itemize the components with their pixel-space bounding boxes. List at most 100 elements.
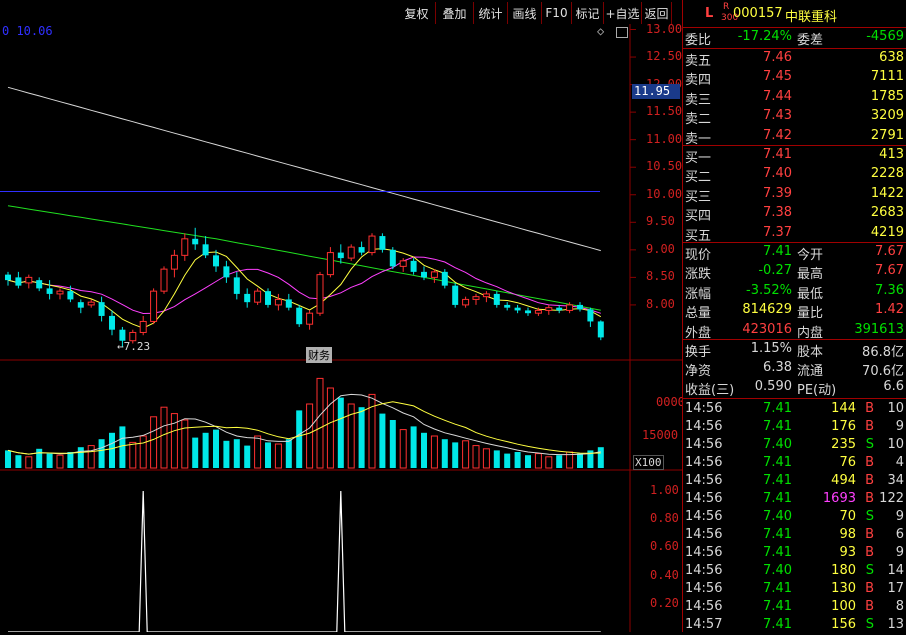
tick-count: 10 (887, 401, 904, 416)
tick-row[interactable]: 14:56 7.41 100 B 8 (685, 599, 904, 617)
candle-body (556, 307, 563, 311)
stock-name: 中联重科 (785, 10, 838, 25)
toolbar-button-5[interactable]: 标记 (572, 2, 604, 24)
volume-ma5-line (7, 393, 601, 456)
stat-label: 外盘 (685, 325, 712, 341)
asks-row: 卖一 7.42 2791 (685, 128, 904, 147)
price-tick-label: 8.00 (646, 296, 675, 311)
tick-volume: 76 (839, 455, 856, 470)
kline-chart-svg[interactable] (0, 0, 682, 632)
volume-tick-label: 0000 (656, 395, 682, 409)
stock-flag: L (705, 6, 714, 21)
tick-row[interactable]: 14:56 7.40 235 S 10 (685, 437, 904, 455)
volume-ma10-line (7, 401, 601, 455)
bids-row: 买三 7.39 1422 (685, 186, 904, 205)
volume-bar (5, 450, 11, 468)
stat-label: 量比 (797, 306, 824, 322)
tick-row[interactable]: 14:56 7.40 180 S 14 (685, 563, 904, 581)
tick-volume: 70 (839, 509, 856, 524)
stat-value: -3.52% (746, 282, 792, 298)
volume-bar (233, 439, 240, 468)
tick-price: 7.40 (763, 437, 792, 452)
tick-volume: 100 (831, 599, 856, 614)
volume-bar (379, 413, 386, 468)
tick-row[interactable]: 14:56 7.41 98 B 6 (685, 527, 904, 545)
tick-row[interactable]: 14:56 7.41 176 B 9 (685, 419, 904, 437)
toolbar-button-1[interactable]: 叠加 (436, 2, 474, 24)
candle-body (337, 252, 344, 259)
tick-row[interactable]: 14:56 7.41 130 B 17 (685, 581, 904, 599)
toolbar-button-3[interactable]: 画线 (508, 2, 542, 24)
toolbar-button-4[interactable]: F10 (542, 2, 572, 24)
fin-label: PE(动) (797, 383, 837, 398)
tick-count: 122 (879, 491, 904, 506)
volume-bar (472, 445, 480, 469)
tick-side: B (865, 455, 874, 470)
volume-bar (36, 448, 43, 468)
low-price-marker: ←7.23 (117, 340, 151, 353)
tick-side: S (865, 437, 874, 452)
tick-row[interactable]: 14:56 7.41 144 B 10 (685, 401, 904, 419)
stat-value: 391613 (854, 321, 904, 337)
stat-label: 总量 (685, 306, 712, 322)
candle-body (56, 290, 64, 295)
tick-volume: 98 (839, 527, 856, 542)
stat-value: 423016 (742, 321, 792, 337)
tick-row[interactable]: 14:56 7.41 1693 B 122 (685, 491, 904, 509)
indicator-line (8, 490, 601, 632)
panel-menu-icon[interactable] (616, 27, 628, 38)
volume-bar (98, 439, 105, 468)
tick-price: 7.41 (763, 491, 792, 506)
ma-readout: 0 10.06 (2, 24, 53, 38)
indicator-tick-label: 0.80 (650, 511, 679, 526)
tick-count: 10 (887, 437, 904, 452)
candle-body (534, 309, 542, 314)
stat-value: 7.67 (875, 263, 904, 279)
asks-price: 7.46 (763, 50, 792, 65)
volume-bar (462, 440, 470, 469)
volume-bar (25, 456, 33, 469)
tick-price: 7.41 (763, 527, 792, 542)
fin-row: 换手 1.15% 股本 86.8亿 (685, 341, 904, 360)
volume-bar (316, 377, 324, 469)
volume-bar (202, 432, 209, 468)
candle-body (587, 309, 594, 322)
financial-report-badge[interactable]: 财务 (306, 347, 332, 363)
tick-row[interactable]: 14:56 7.41 494 B 34 (685, 473, 904, 491)
fin-label: 股本 (797, 345, 824, 360)
ma-long-white-line (7, 86, 601, 252)
candle-body (545, 307, 553, 311)
stats-row: 总量 814629 量比 1.42 (685, 302, 904, 322)
tick-count: 34 (887, 473, 904, 488)
tick-count: 13 (887, 617, 904, 632)
tick-row[interactable]: 14:56 7.41 93 B 9 (685, 545, 904, 563)
volume-bar (493, 450, 500, 468)
candle-body (358, 247, 365, 253)
tick-row[interactable]: 14:56 7.40 70 S 9 (685, 509, 904, 527)
tick-row[interactable]: 14:56 7.41 76 B 4 (685, 455, 904, 473)
toolbar-button-6[interactable]: +自选 (604, 2, 642, 24)
kline-chart-area[interactable]: 0 10.06 ◇ 复权 叠加 统计 画线 F10 标记 +自选 返回 13.00 12.50 1… (0, 0, 682, 632)
toolbar-button-2[interactable]: 统计 (474, 2, 508, 24)
diamond-icon[interactable]: ◇ (597, 24, 604, 38)
candle-body (430, 271, 438, 278)
bids-price: 7.38 (763, 205, 792, 221)
tick-time: 14:56 (685, 491, 723, 506)
tick-side: B (865, 419, 874, 434)
volume-bar (337, 397, 344, 468)
volume-bar (119, 426, 126, 468)
stat-label: 涨跌 (685, 267, 712, 283)
volume-bar (109, 432, 115, 468)
candle-body (597, 321, 604, 338)
volume-bar (597, 447, 604, 468)
candle-body (15, 277, 22, 286)
candle-body (202, 244, 209, 256)
bids-volume: 4219 (870, 224, 904, 240)
wb-value: -17.24% (737, 29, 792, 44)
bids-row: 买五 7.37 4219 (685, 224, 904, 244)
tick-side: B (865, 581, 874, 596)
tick-row[interactable]: 14:57 7.41 156 S 13 (685, 617, 904, 635)
toolbar-button-0[interactable]: 复权 (398, 2, 436, 24)
tick-count: 9 (895, 419, 904, 434)
candle-body (5, 274, 11, 281)
